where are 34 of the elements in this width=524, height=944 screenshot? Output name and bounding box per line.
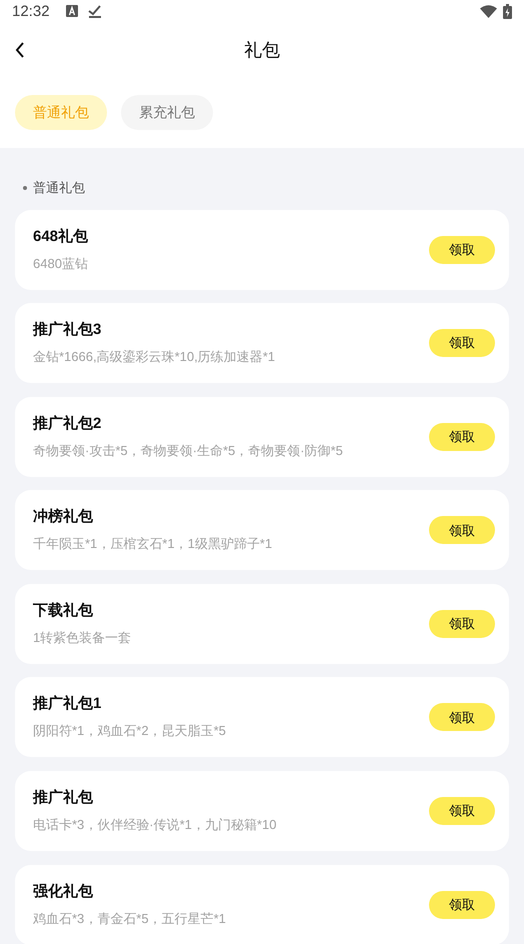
gift-name: 下载礼包 (33, 600, 94, 621)
claim-button[interactable]: 领取 (429, 236, 495, 264)
gift-description: 1转紫色装备一套 (33, 628, 132, 647)
bullet-icon (23, 186, 27, 190)
wifi-icon (480, 4, 497, 18)
status-time: 12:32 (12, 4, 50, 18)
claim-button[interactable]: 领取 (429, 610, 495, 638)
claim-button[interactable]: 领取 (429, 329, 495, 358)
tab[interactable]: 累充礼包 (121, 95, 213, 130)
checkmark-icon (88, 4, 102, 18)
gift-description: 阴阳符*1，鸡血石*2，昆天脂玉*5 (33, 722, 227, 740)
gift-description: 奇物要领·攻击*5，奇物要领·生命*5，奇物要领·防御*5 (33, 442, 344, 460)
gift-name: 推广礼包3 (33, 320, 102, 340)
gift-description: 千年陨玉*1，压棺玄石*1，1级黑驴蹄子*1 (33, 535, 274, 554)
gift-name: 推广礼包1 (33, 694, 102, 714)
claim-button[interactable]: 领取 (429, 422, 495, 451)
page-title: 礼包 (244, 38, 280, 62)
claim-button[interactable]: 领取 (429, 516, 495, 544)
gift-name: 推广礼包 (33, 788, 94, 808)
gift-name: 冲榜礼包 (33, 507, 94, 528)
claim-button[interactable]: 领取 (429, 703, 495, 732)
battery-icon (503, 4, 512, 18)
gift-description: 金钻*1666,高级鎏彩云珠*10,历练加速器*1 (33, 348, 276, 366)
keyboard-icon (66, 5, 78, 17)
back-icon (15, 42, 25, 58)
gift-name: 推广礼包2 (33, 414, 102, 434)
gift-name: 强化礼包 (33, 882, 94, 902)
gift-name: 648礼包 (33, 226, 90, 246)
gift-description: 鸡血石*3，青金石*5，五行星芒*1 (33, 910, 227, 928)
claim-button[interactable]: 领取 (429, 890, 495, 919)
section-title: 普通礼包 (33, 179, 85, 197)
gift-description: 电话卡*3，伙伴经验·传说*1，九门秘籍*10 (33, 816, 278, 834)
claim-button[interactable]: 领取 (429, 797, 495, 826)
gift-description: 6480蓝钻 (33, 254, 89, 272)
